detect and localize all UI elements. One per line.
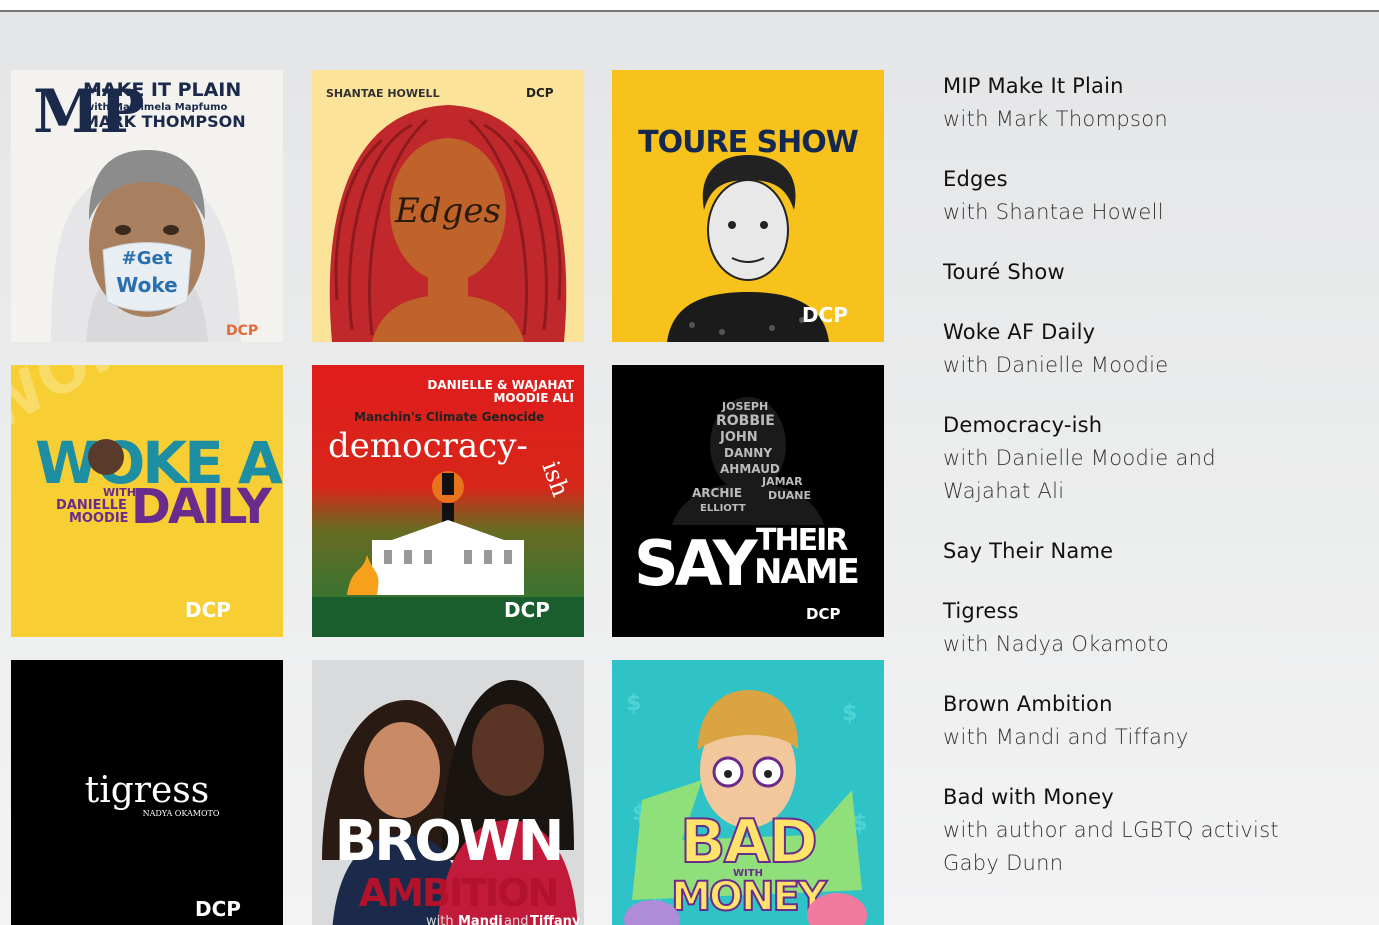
cover-brown-ambition[interactable]: BROWN AMBITION with Mandi and Tiffany	[312, 660, 584, 925]
podcast-entry-toure-show[interactable]: Touré Show	[943, 256, 1323, 289]
podcast-host: with Danielle Moodie and Wajahat Ali	[943, 446, 1216, 503]
cover-democracy-hosts-2: MOODIE ALI	[493, 391, 574, 405]
cover-stn-name-6: JAMAR	[761, 475, 803, 488]
podcast-entry-brown-ambition[interactable]: Brown Ambition with Mandi and Tiffany	[943, 688, 1323, 754]
top-divider	[0, 0, 1379, 12]
dcp-logo-text: DCP	[226, 323, 258, 339]
cover-tigress-art: tigress NADYA OKAMOTO DCP	[11, 660, 283, 925]
dcp-logo-text: DCP	[195, 897, 241, 921]
podcast-cover-grid: #Get Woke MP MAKE IT PLAIN with Matsimel…	[11, 70, 885, 925]
podcast-list: MIP Make It Plain with Mark Thompson Edg…	[943, 70, 1323, 880]
cover-toure-art: TOURE SHOW DCP	[612, 70, 884, 342]
cover-tigress-title: tigress	[85, 770, 210, 811]
podcast-entry-woke-af-daily[interactable]: Woke AF Daily with Danielle Moodie	[943, 316, 1323, 382]
cover-democracy-episode: Manchin's Climate Genocide	[354, 410, 544, 424]
cover-stn-name-7: DUANE	[768, 489, 811, 502]
cover-brown-host-1: Mandi	[458, 914, 503, 925]
podcast-title[interactable]: Woke AF Daily	[943, 316, 1323, 349]
cover-badmoney-art: $$$$$ BAD WITH MONEY	[612, 660, 884, 925]
cover-edges-title: Edges	[394, 191, 501, 231]
cover-democracy-art: DANIELLE & WAJAHAT MOODIE ALI Manchin's …	[312, 365, 584, 637]
cover-saytheirname-art: JOSEPH ROBBIE JOHN DANNY AHMAUD JAMAR DU…	[612, 365, 884, 637]
cover-woke-host-2: MOODIE	[69, 511, 129, 526]
podcast-title[interactable]: Bad with Money	[943, 781, 1323, 814]
cover-stn-say: SAY	[634, 527, 759, 600]
cover-brown-ambition: AMBITION	[359, 871, 558, 915]
dcp-logo: DCP	[195, 897, 241, 921]
cover-woke-art: WOKE AF WOKE AF DAILY WITH DANIELLE MOOD…	[11, 365, 283, 637]
dcp-logo-text: DCP	[526, 86, 554, 100]
cover-stn-name-2: ROBBIE	[716, 413, 775, 429]
cover-edges[interactable]: Edges SHANTAE HOWELL DCP	[312, 70, 584, 342]
podcast-entry-bad-with-money[interactable]: Bad with Money with author and LGBTQ act…	[943, 781, 1323, 880]
podcast-entry-tigress[interactable]: Tigress with Nadya Okamoto	[943, 595, 1323, 661]
podcast-title[interactable]: MIP Make It Plain	[943, 70, 1323, 103]
dcp-logo-text: DCP	[802, 303, 848, 327]
cover-brown-art: BROWN AMBITION with Mandi and Tiffany	[312, 660, 584, 925]
dcp-logo: DCP	[526, 86, 554, 100]
cover-stn-name: NAME	[754, 552, 858, 592]
dcp-logo-text: DCP	[504, 598, 550, 622]
dcp-logo-text: DCP	[806, 605, 840, 623]
cover-democracy-ish[interactable]: DANIELLE & WAJAHAT MOODIE ALI Manchin's …	[312, 365, 584, 637]
cover-make-it-plain[interactable]: #Get Woke MP MAKE IT PLAIN with Matsimel…	[11, 70, 283, 342]
cover-tigress-author: NADYA OKAMOTO	[143, 809, 220, 818]
podcast-host: with author and LGBTQ activist Gaby Dunn	[943, 818, 1279, 875]
cover-stn-name-5: AHMAUD	[720, 462, 780, 476]
dcp-logo: DCP	[806, 605, 840, 623]
podcast-host: with Nadya Okamoto	[943, 632, 1170, 656]
dcp-logo: DCP	[226, 323, 258, 339]
cover-stn-name-1: JOSEPH	[721, 400, 768, 413]
podcast-entry-democracy-ish[interactable]: Democracy-ish with Danielle Moodie and W…	[943, 409, 1323, 508]
cover-stn-name-9: ELLIOTT	[700, 503, 746, 514]
svg-text:$: $	[626, 691, 641, 716]
cover-democracy-hosts-1: DANIELLE & WAJAHAT	[427, 378, 574, 392]
podcast-host: with Danielle Moodie	[943, 353, 1169, 377]
podcast-title[interactable]: Tigress	[943, 595, 1323, 628]
cover-badmoney-bad: BAD	[680, 807, 816, 877]
podcast-title[interactable]: Touré Show	[943, 256, 1323, 289]
cover-mip-title: MAKE IT PLAIN	[83, 79, 241, 101]
cover-tigress[interactable]: tigress NADYA OKAMOTO DCP	[11, 660, 283, 925]
cover-stn-name-3: JOHN	[719, 430, 758, 445]
cover-toure-title: TOURE SHOW	[638, 125, 859, 160]
podcast-host: with Shantae Howell	[943, 200, 1164, 224]
svg-text:$: $	[842, 701, 857, 726]
podcast-title[interactable]: Say Their Name	[943, 535, 1323, 568]
podcast-entry-say-their-name[interactable]: Say Their Name	[943, 535, 1323, 568]
cover-bad-with-money[interactable]: $$$$$ BAD WITH MONEY	[612, 660, 884, 925]
podcast-entry-make-it-plain[interactable]: MIP Make It Plain with Mark Thompson	[943, 70, 1323, 136]
cover-woke-af-daily[interactable]: WOKE AF WOKE AF DAILY WITH DANIELLE MOOD…	[11, 365, 283, 637]
cover-mip-mask-text-1: #Get	[122, 248, 173, 269]
podcast-host: with Mandi and Tiffany	[943, 725, 1189, 749]
cover-badmoney-money: MONEY	[671, 874, 828, 920]
dcp-logo: DCP	[504, 598, 550, 622]
cover-mip-host: MARK THOMPSON	[83, 112, 246, 131]
dcp-logo-text: DCP	[185, 598, 231, 622]
dcp-logo: DCP	[802, 303, 848, 327]
cover-say-their-name[interactable]: JOSEPH ROBBIE JOHN DANNY AHMAUD JAMAR DU…	[612, 365, 884, 637]
cover-mip-mask-text-2: Woke	[116, 273, 177, 297]
cover-brown-and: and	[504, 914, 528, 925]
podcast-entry-edges[interactable]: Edges with Shantae Howell	[943, 163, 1323, 229]
cover-woke-daily: DAILY	[131, 479, 273, 535]
cover-democracy-title: democracy-	[328, 426, 528, 466]
cover-stn-name-8: ARCHIE	[692, 486, 742, 500]
dcp-logo: DCP	[185, 598, 231, 622]
cover-edges-art: Edges SHANTAE HOWELL DCP	[312, 70, 584, 342]
cover-brown-host-2: Tiffany	[530, 914, 581, 925]
podcast-host: with Mark Thompson	[943, 107, 1168, 131]
cover-edges-author: SHANTAE HOWELL	[326, 87, 440, 100]
podcast-title[interactable]: Brown Ambition	[943, 688, 1323, 721]
podcast-title[interactable]: Edges	[943, 163, 1323, 196]
cover-make-it-plain-art: #Get Woke MP MAKE IT PLAIN with Matsimel…	[11, 70, 283, 342]
podcast-title[interactable]: Democracy-ish	[943, 409, 1323, 442]
cover-stn-name-4: DANNY	[724, 446, 772, 460]
cover-brown-with: with	[426, 914, 454, 925]
cover-brown-title: BROWN	[334, 809, 561, 874]
cover-toure-show[interactable]: TOURE SHOW DCP	[612, 70, 884, 342]
